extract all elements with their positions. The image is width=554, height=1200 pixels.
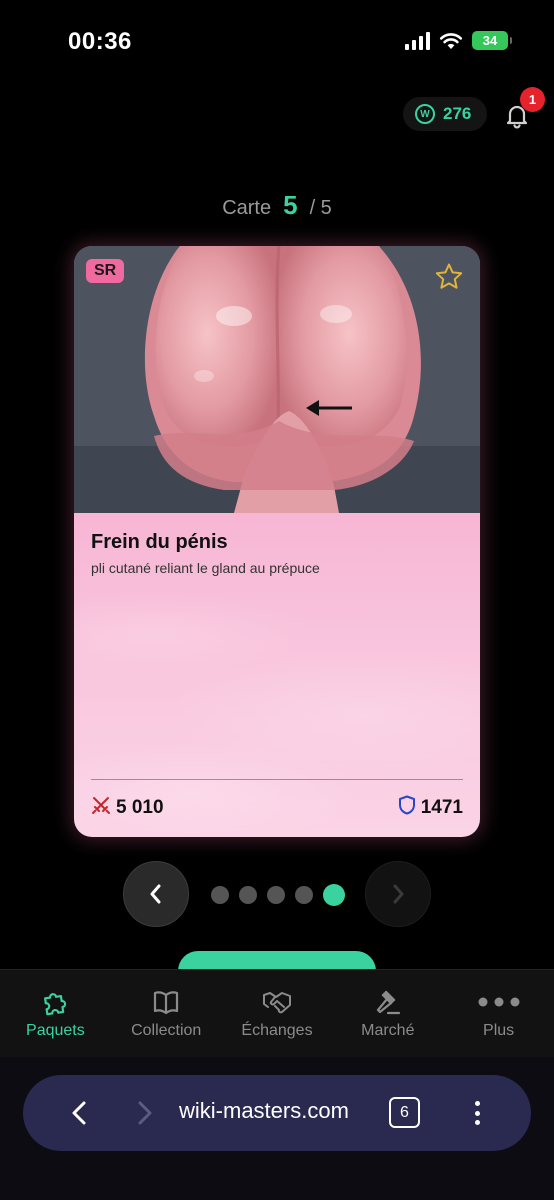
attack-value: 5 010 <box>116 797 164 818</box>
pager-dot[interactable] <box>295 886 313 904</box>
defense-stat: 1471 <box>398 795 463 821</box>
nav-label: Échanges <box>241 1022 313 1039</box>
book-icon <box>152 988 180 1016</box>
defense-value: 1471 <box>420 797 463 818</box>
status-bar: 00:36 34 <box>0 0 554 80</box>
card-body: Frein du pénis pli cutané reliant le gla… <box>74 513 480 837</box>
counter-current: 5 <box>283 190 298 220</box>
chevron-left-icon <box>150 884 161 904</box>
battery-level: 34 <box>482 33 498 48</box>
pager-dot[interactable] <box>239 886 257 904</box>
coin-value: 276 <box>443 104 472 123</box>
pager-dot[interactable] <box>323 884 345 906</box>
counter-label: Carte <box>222 197 272 219</box>
attack-stat: 5 010 <box>91 795 164 821</box>
more-dots-icon <box>478 988 520 1016</box>
card-image: SR <box>74 246 480 513</box>
back-arrow-icon <box>72 1101 86 1125</box>
card-title: Frein du pénis <box>91 531 228 553</box>
gavel-icon <box>374 988 402 1016</box>
nav-item-plus[interactable]: Plus <box>443 970 554 1057</box>
url-text[interactable]: wiki-masters.com <box>179 1098 349 1124</box>
puzzle-icon <box>41 988 69 1016</box>
wifi-icon <box>439 32 463 50</box>
nav-item-marche[interactable]: Marché <box>332 970 443 1057</box>
nav-label: Plus <box>483 1022 515 1039</box>
rarity-badge: SR <box>86 259 125 283</box>
card-description: pli cutané reliant le gland au prépuce <box>91 560 320 576</box>
notification-badge: 1 <box>520 87 545 112</box>
card-counter: Carte 5 / 5 <box>0 190 554 221</box>
forward-arrow-icon <box>138 1101 152 1125</box>
nav-label: Marché <box>361 1022 415 1039</box>
card[interactable]: SR Frein du pénis pli cutané reliant le … <box>74 246 480 837</box>
pager-dot[interactable] <box>211 886 229 904</box>
status-indicators: 34 <box>405 31 512 50</box>
nav-item-collection[interactable]: Collection <box>111 970 222 1057</box>
battery-indicator: 34 <box>472 31 512 50</box>
bottom-nav: Paquets Collection Échanges Marché Plus <box>0 969 554 1057</box>
browser-back-button[interactable] <box>64 1095 94 1131</box>
browser-menu-icon[interactable] <box>466 1099 488 1127</box>
chevron-right-icon <box>393 884 404 904</box>
pager-dots <box>211 884 345 906</box>
shield-icon <box>398 795 416 821</box>
coin-icon: W <box>415 104 435 124</box>
cellular-signal-icon <box>405 31 430 50</box>
next-card-button[interactable] <box>365 861 431 927</box>
nav-item-paquets[interactable]: Paquets <box>0 970 111 1057</box>
pager-dot[interactable] <box>267 886 285 904</box>
crossed-swords-icon <box>91 795 111 821</box>
nav-item-echanges[interactable]: Échanges <box>222 970 333 1057</box>
nav-label: Collection <box>131 1022 202 1039</box>
card-divider <box>91 779 463 780</box>
coin-balance[interactable]: W 276 <box>403 97 487 131</box>
favorite-star-icon[interactable] <box>434 262 464 292</box>
previous-card-button[interactable] <box>123 861 189 927</box>
nav-label: Paquets <box>26 1022 85 1039</box>
handshake-icon <box>262 988 292 1016</box>
browser-forward-button[interactable] <box>130 1095 160 1131</box>
tabs-button[interactable]: 6 <box>389 1097 420 1128</box>
status-time: 00:36 <box>68 28 132 55</box>
counter-total: / 5 <box>309 197 332 219</box>
